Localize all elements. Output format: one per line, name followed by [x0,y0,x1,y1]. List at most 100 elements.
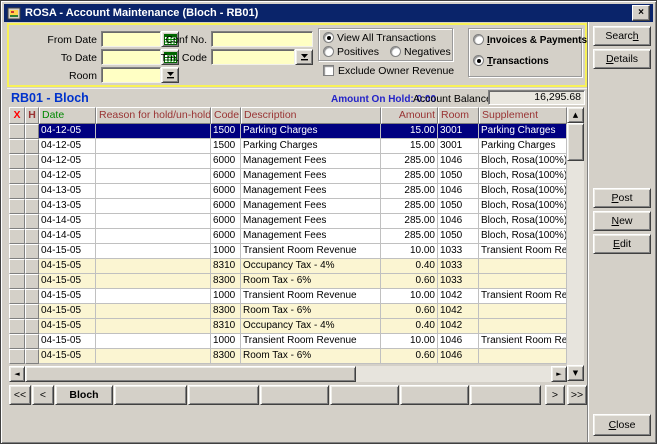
transactions-radio[interactable] [473,55,484,66]
column-header-x[interactable]: X [9,107,25,124]
cell-code: 6000 [211,154,241,169]
scroll-right-button[interactable]: ► [551,366,567,382]
cell-x [9,184,25,199]
new-button[interactable]: New [593,211,651,231]
table-row[interactable]: 04-15-058300Room Tax - 6%0.601033 [9,274,567,289]
table-row[interactable]: 04-13-056000Management Fees285.001050Blo… [9,199,567,214]
cell-date: 04-12-05 [39,169,96,184]
table-row[interactable]: 04-12-051500Parking Charges15.003001Park… [9,124,567,139]
tab-empty[interactable] [470,385,541,405]
column-header-supplement[interactable]: Supplement [479,107,567,124]
window-close-button[interactable]: × [632,5,650,21]
cell-date: 04-12-05 [39,124,96,139]
search-button[interactable]: Search [593,26,651,46]
conf-no-input[interactable] [211,31,313,47]
close-button[interactable]: Close [593,414,651,436]
cell-supplement: Parking Charges [479,139,567,154]
table-row[interactable]: 04-15-051000Transient Room Revenue10.001… [9,289,567,304]
vertical-scrollbar[interactable]: ▲ ▼ [567,107,584,381]
horizontal-scrollbar-thumb[interactable] [25,366,356,382]
cell-room: 1033 [438,274,479,289]
grid-body[interactable]: 04-12-051500Parking Charges15.003001Park… [9,124,567,364]
cell-x [9,214,25,229]
cell-x [9,124,25,139]
table-row[interactable]: 04-14-056000Management Fees285.001050Blo… [9,229,567,244]
horizontal-scrollbar[interactable]: ◄ ► [9,366,567,382]
cell-code: 6000 [211,184,241,199]
scroll-up-button[interactable]: ▲ [567,107,584,123]
cell-amount: 0.40 [381,259,438,274]
column-header-reason-for-hold-un-hold[interactable]: Reason for hold/un-hold [96,107,211,124]
exclude-owner-revenue-checkbox[interactable] [323,65,334,76]
table-row[interactable]: 04-14-056000Management Fees285.001046Blo… [9,214,567,229]
tab-bloch[interactable]: Bloch [55,385,113,405]
table-row[interactable]: 04-15-051000Transient Room Revenue10.001… [9,334,567,349]
details-button[interactable]: Details [593,49,651,69]
tab-empty[interactable] [114,385,187,405]
tab-nav-next[interactable]: > [545,385,565,405]
exclude-owner-revenue-label: Exclude Owner Revenue [338,65,454,77]
cell-description: Management Fees [241,199,381,214]
cell-supplement [479,304,567,319]
cell-x [9,349,25,364]
cell-room: 1042 [438,319,479,334]
cell-supplement: Transient Room Reven [479,289,567,304]
table-row[interactable]: 04-15-058300Room Tax - 6%0.601042 [9,304,567,319]
trn-code-input[interactable] [211,49,295,65]
column-header-description[interactable]: Description [241,107,381,124]
tab-nav-first[interactable]: << [9,385,31,405]
positives-radio[interactable] [323,46,334,57]
room-input[interactable] [101,67,161,83]
column-header-room[interactable]: Room [438,107,479,124]
cell-date: 04-15-05 [39,349,96,364]
cell-x [9,334,25,349]
invoices-payments-radio[interactable] [473,34,484,45]
room-dropdown-button[interactable] [161,67,179,83]
cell-date: 04-12-05 [39,139,96,154]
tab-empty[interactable] [400,385,469,405]
cell-supplement [479,259,567,274]
post-button[interactable]: Post [593,188,651,208]
tab-empty[interactable] [260,385,329,405]
table-row[interactable]: 04-15-058300Room Tax - 6%0.601046 [9,349,567,364]
table-row[interactable]: 04-15-058310Occupancy Tax - 4%0.401033 [9,259,567,274]
table-row[interactable]: 04-12-051500Parking Charges15.003001Park… [9,139,567,154]
cell-room: 3001 [438,139,479,154]
cell-h [25,274,39,289]
cell-date: 04-14-05 [39,229,96,244]
tab-empty[interactable] [188,385,259,405]
cell-reason [96,214,211,229]
cell-description: Transient Room Revenue [241,244,381,259]
table-row[interactable]: 04-12-056000Management Fees285.001050Blo… [9,169,567,184]
edit-button[interactable]: Edit [593,234,651,254]
column-header-amount[interactable]: Amount [381,107,438,124]
negatives-radio[interactable] [390,46,401,57]
account-maintenance-window: ROSA - Account Maintenance (Bloch - RB01… [0,0,657,444]
column-header-h[interactable]: H [25,107,39,124]
cell-code: 8310 [211,259,241,274]
cell-description: Management Fees [241,214,381,229]
titlebar[interactable]: ROSA - Account Maintenance (Bloch - RB01… [4,4,653,22]
table-row[interactable]: 04-15-051000Transient Room Revenue10.001… [9,244,567,259]
vertical-scrollbar-thumb[interactable] [567,123,584,161]
tab-nav-prev[interactable]: < [32,385,54,405]
cell-code: 1000 [211,334,241,349]
window-title: ROSA - Account Maintenance (Bloch - RB01… [25,7,258,19]
view-all-transactions-radio[interactable] [323,32,334,43]
cell-supplement [479,274,567,289]
table-row[interactable]: 04-12-056000Management Fees285.001046Blo… [9,154,567,169]
trn-code-dropdown-button[interactable] [295,49,313,65]
column-header-date[interactable]: Date [39,107,96,124]
tab-nav-last[interactable]: >> [567,385,587,405]
cell-supplement: Bloch, Rosa(100%) [479,229,567,244]
cell-code: 1500 [211,124,241,139]
scroll-left-button[interactable]: ◄ [9,366,25,382]
tab-empty[interactable] [330,385,399,405]
scroll-down-button[interactable]: ▼ [567,365,584,381]
table-row[interactable]: 04-13-056000Management Fees285.001046Blo… [9,184,567,199]
column-header-code[interactable]: Code [211,107,241,124]
cell-date: 04-13-05 [39,184,96,199]
cell-amount: 285.00 [381,199,438,214]
cell-date: 04-12-05 [39,154,96,169]
table-row[interactable]: 04-15-058310Occupancy Tax - 4%0.401042 [9,319,567,334]
